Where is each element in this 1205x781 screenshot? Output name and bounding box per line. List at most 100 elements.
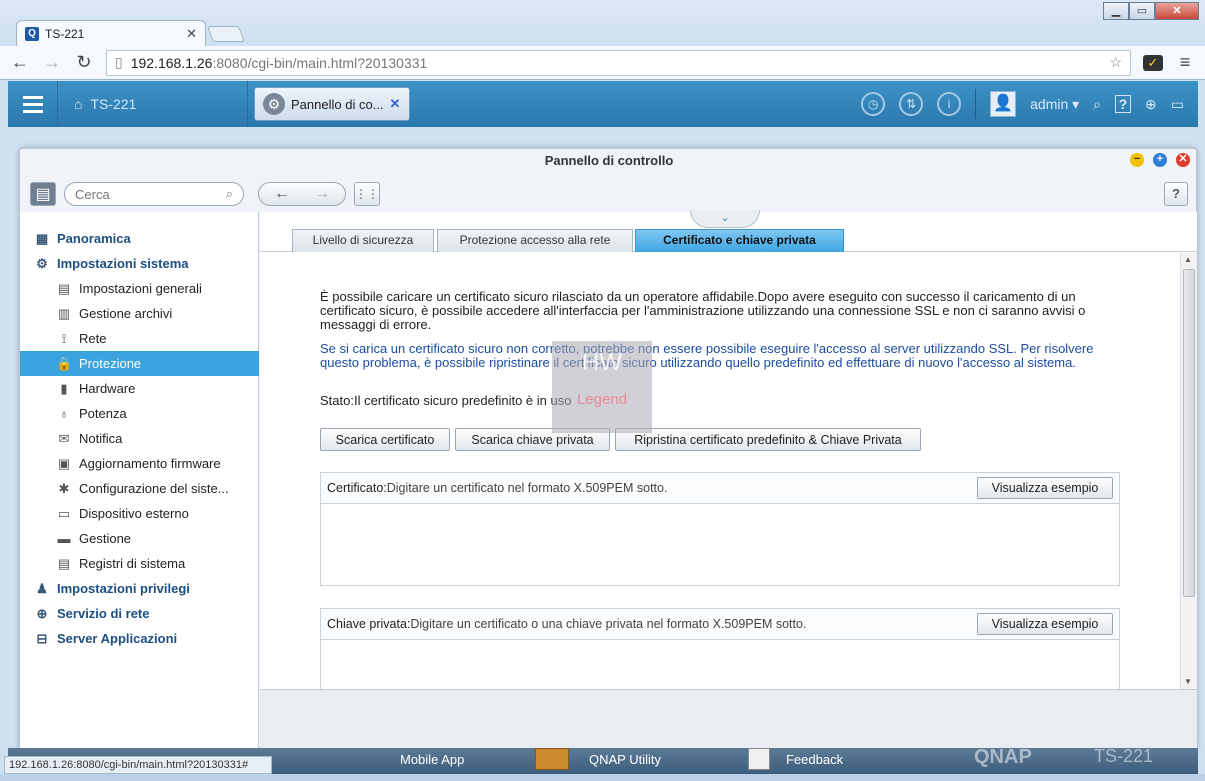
bookmark-star-icon[interactable]: ☆ [1109, 54, 1122, 71]
search-placeholder: Cerca [75, 186, 110, 202]
sidebar-item-rete[interactable]: ⟟ Rete [20, 326, 259, 351]
tab-security-level[interactable]: Livello di sicurezza [292, 229, 434, 252]
sidebar-item-servizio-di-rete[interactable]: ⊕ Servizio di rete [20, 601, 259, 626]
browser-menu-icon[interactable]: ≡ [1175, 52, 1195, 73]
event-notification-icon[interactable]: i [937, 92, 962, 116]
page-icon: ▯ [115, 54, 123, 70]
user-menu[interactable]: admin ▾ [1030, 96, 1079, 113]
sidebar-item-label: Aggiornamento firmware [79, 456, 221, 471]
hardware-icon: ▮ [60, 380, 68, 396]
sidebar-item-aggiornamento-firmware[interactable]: ▣ Aggiornamento firmware [20, 451, 259, 476]
close-app-tab-icon[interactable]: ✕ [390, 96, 401, 112]
scrollbar-thumb[interactable] [1183, 269, 1195, 597]
back-nav-button[interactable]: ← → [258, 182, 346, 206]
sidebar-item-potenza[interactable]: ♁ Potenza [20, 401, 259, 426]
control-panel-window: Pannello di controllo − + ✕ ▤ Cerca ⌕ ← →… [19, 148, 1197, 749]
language-globe-icon[interactable]: ⊕ [1145, 96, 1157, 113]
collapse-chevron-icon[interactable]: ⌄ [690, 210, 760, 228]
extension-icon[interactable]: ✓ [1143, 54, 1163, 71]
search-icon[interactable]: ⌕ [1093, 96, 1101, 113]
config-gear-icon: ✱ [58, 480, 70, 496]
certificate-header: Certificato: Digitare un certificato nel… [321, 473, 1119, 504]
private-key-label: Chiave privata: [327, 617, 411, 631]
firmware-icon: ▣ [57, 455, 71, 471]
maximize-window-icon[interactable]: + [1153, 153, 1167, 167]
close-window-panel-icon[interactable]: ✕ [1176, 153, 1190, 167]
sidebar-item-protezione[interactable]: 🔒 Protezione [20, 351, 259, 376]
sidebar-item-label: Configurazione del siste... [79, 481, 229, 496]
sidebar-item-label: Servizio di rete [57, 606, 150, 621]
background-tasks-icon[interactable]: ◷ [861, 92, 886, 116]
sidebar: ▦ Panoramica ⚙ Impostazioni sistema ▤ Imposta… [20, 212, 259, 749]
desktop-item-feedback[interactable]: Feedback [786, 752, 843, 767]
search-input[interactable]: Cerca ⌕ [64, 182, 244, 206]
scroll-down-icon[interactable]: ▼ [1184, 677, 1192, 686]
sidebar-item-notifica[interactable]: ✉ Notifica [20, 426, 259, 451]
minimize-window-icon[interactable]: − [1130, 153, 1144, 167]
content-footer [260, 689, 1197, 749]
action-buttons: Scarica certificato Scarica chiave priva… [320, 428, 1020, 452]
restore-default-button[interactable]: Ripristina certificato predefinito & Chi… [615, 428, 921, 451]
sidebar-item-label: Gestione archivi [79, 306, 173, 321]
vertical-scrollbar[interactable]: ▲ ▼ [1180, 253, 1197, 689]
sidebar-item-impostazioni-privilegi[interactable]: ♟ Impostazioni privilegi [20, 576, 259, 601]
browser-status-bar: 192.168.1.26:8080/cgi-bin/main.html?2013… [4, 756, 272, 774]
sidebar-item-gestione[interactable]: ▬ Gestione [20, 526, 259, 551]
desktop-item-mobile-app[interactable]: Mobile App [400, 752, 464, 767]
sidebar-item-panoramica[interactable]: ▦ Panoramica [20, 226, 259, 251]
view-cert-example-button[interactable]: Visualizza esempio [977, 477, 1113, 499]
browser-tab-title: TS-221 [45, 26, 85, 41]
minimize-icon[interactable]: ▁ [1103, 2, 1129, 20]
sidebar-item-impostazioni-sistema[interactable]: ⚙ Impostazioni sistema [20, 251, 259, 276]
sidebar-item-gestione-archivi[interactable]: ▥ Gestione archivi [20, 301, 259, 326]
close-tab-icon[interactable]: ✕ [186, 26, 197, 42]
control-panel-icon: ⚙ [263, 93, 285, 115]
download-certificate-button[interactable]: Scarica certificato [320, 428, 450, 451]
private-key-textarea[interactable] [321, 640, 1119, 689]
external-drive-icon: ▭ [57, 505, 71, 521]
new-tab-button[interactable] [207, 26, 245, 42]
app-tab-control-panel[interactable]: ⚙ Pannello di co... ✕ [254, 87, 410, 121]
home-button[interactable]: ⌂ TS-221 [58, 81, 248, 127]
home-icon: ⌂ [74, 96, 83, 112]
certificate-label: Certificato: [327, 481, 387, 495]
log-icon: ▤ [57, 555, 71, 571]
window-controls: ▁ ▭ ✕ [1103, 2, 1199, 20]
sidebar-item-registri-di-sistema[interactable]: ▤ Registri di sistema [20, 551, 259, 576]
watermark-line2: Legend [576, 391, 628, 408]
monitor-icon: ▬ [57, 530, 71, 546]
tab-certificate[interactable]: Certificato e chiave privata [635, 229, 844, 252]
view-key-example-button[interactable]: Visualizza esempio [977, 613, 1113, 635]
certificate-textarea[interactable] [321, 504, 1119, 586]
back-icon[interactable]: ← [10, 52, 30, 73]
qnap-utility-icon [535, 748, 569, 770]
sidebar-item-label: Impostazioni sistema [57, 256, 189, 271]
close-window-icon[interactable]: ✕ [1155, 2, 1199, 20]
sidebar-item-dispositivo-esterno[interactable]: ▭ Dispositivo esterno [20, 501, 259, 526]
reload-icon[interactable]: ↻ [74, 52, 94, 73]
app-grid-icon[interactable]: ⋮⋮ [354, 182, 380, 206]
desktop-monitor-icon[interactable]: ▭ [1171, 96, 1184, 113]
sidebar-item-impostazioni-generali[interactable]: ▤ Impostazioni generali [20, 276, 259, 301]
user-name: admin [1030, 95, 1069, 112]
tab-network-access[interactable]: Protezione accesso alla rete [437, 229, 633, 252]
help-icon[interactable]: ? [1115, 95, 1132, 113]
sidebar-toggle-icon[interactable]: ▤ [30, 182, 56, 206]
desktop-item-qnap-utility[interactable]: QNAP Utility [589, 752, 661, 767]
sidebar-item-hardware[interactable]: ▮ Hardware [20, 376, 259, 401]
address-bar[interactable]: ▯ 192.168.1.26:8080/cgi-bin/main.html?20… [106, 49, 1131, 76]
sidebar-item-server-applicazioni[interactable]: ⊟ Server Applicazioni [20, 626, 259, 651]
sidebar-item-label: Hardware [79, 381, 136, 396]
scroll-up-icon[interactable]: ▲ [1184, 255, 1192, 264]
external-device-icon[interactable]: ⇅ [899, 92, 924, 116]
forward-icon[interactable]: → [42, 52, 62, 73]
sidebar-item-configurazione-del-siste[interactable]: ✱ Configurazione del siste... [20, 476, 259, 501]
main-menu-icon[interactable] [8, 81, 58, 127]
maximize-icon[interactable]: ▭ [1129, 2, 1155, 20]
browser-toolbar: ← → ↻ ▯ 192.168.1.26:8080/cgi-bin/main.h… [0, 46, 1205, 79]
warning-text: Se si carica un certificato sicuro non c… [320, 341, 1094, 370]
avatar[interactable]: 👤 [990, 91, 1017, 117]
sidebar-item-label: Potenza [79, 406, 127, 421]
browser-tab[interactable]: Q TS-221 ✕ [16, 20, 206, 46]
window-help-icon[interactable]: ? [1164, 182, 1188, 206]
